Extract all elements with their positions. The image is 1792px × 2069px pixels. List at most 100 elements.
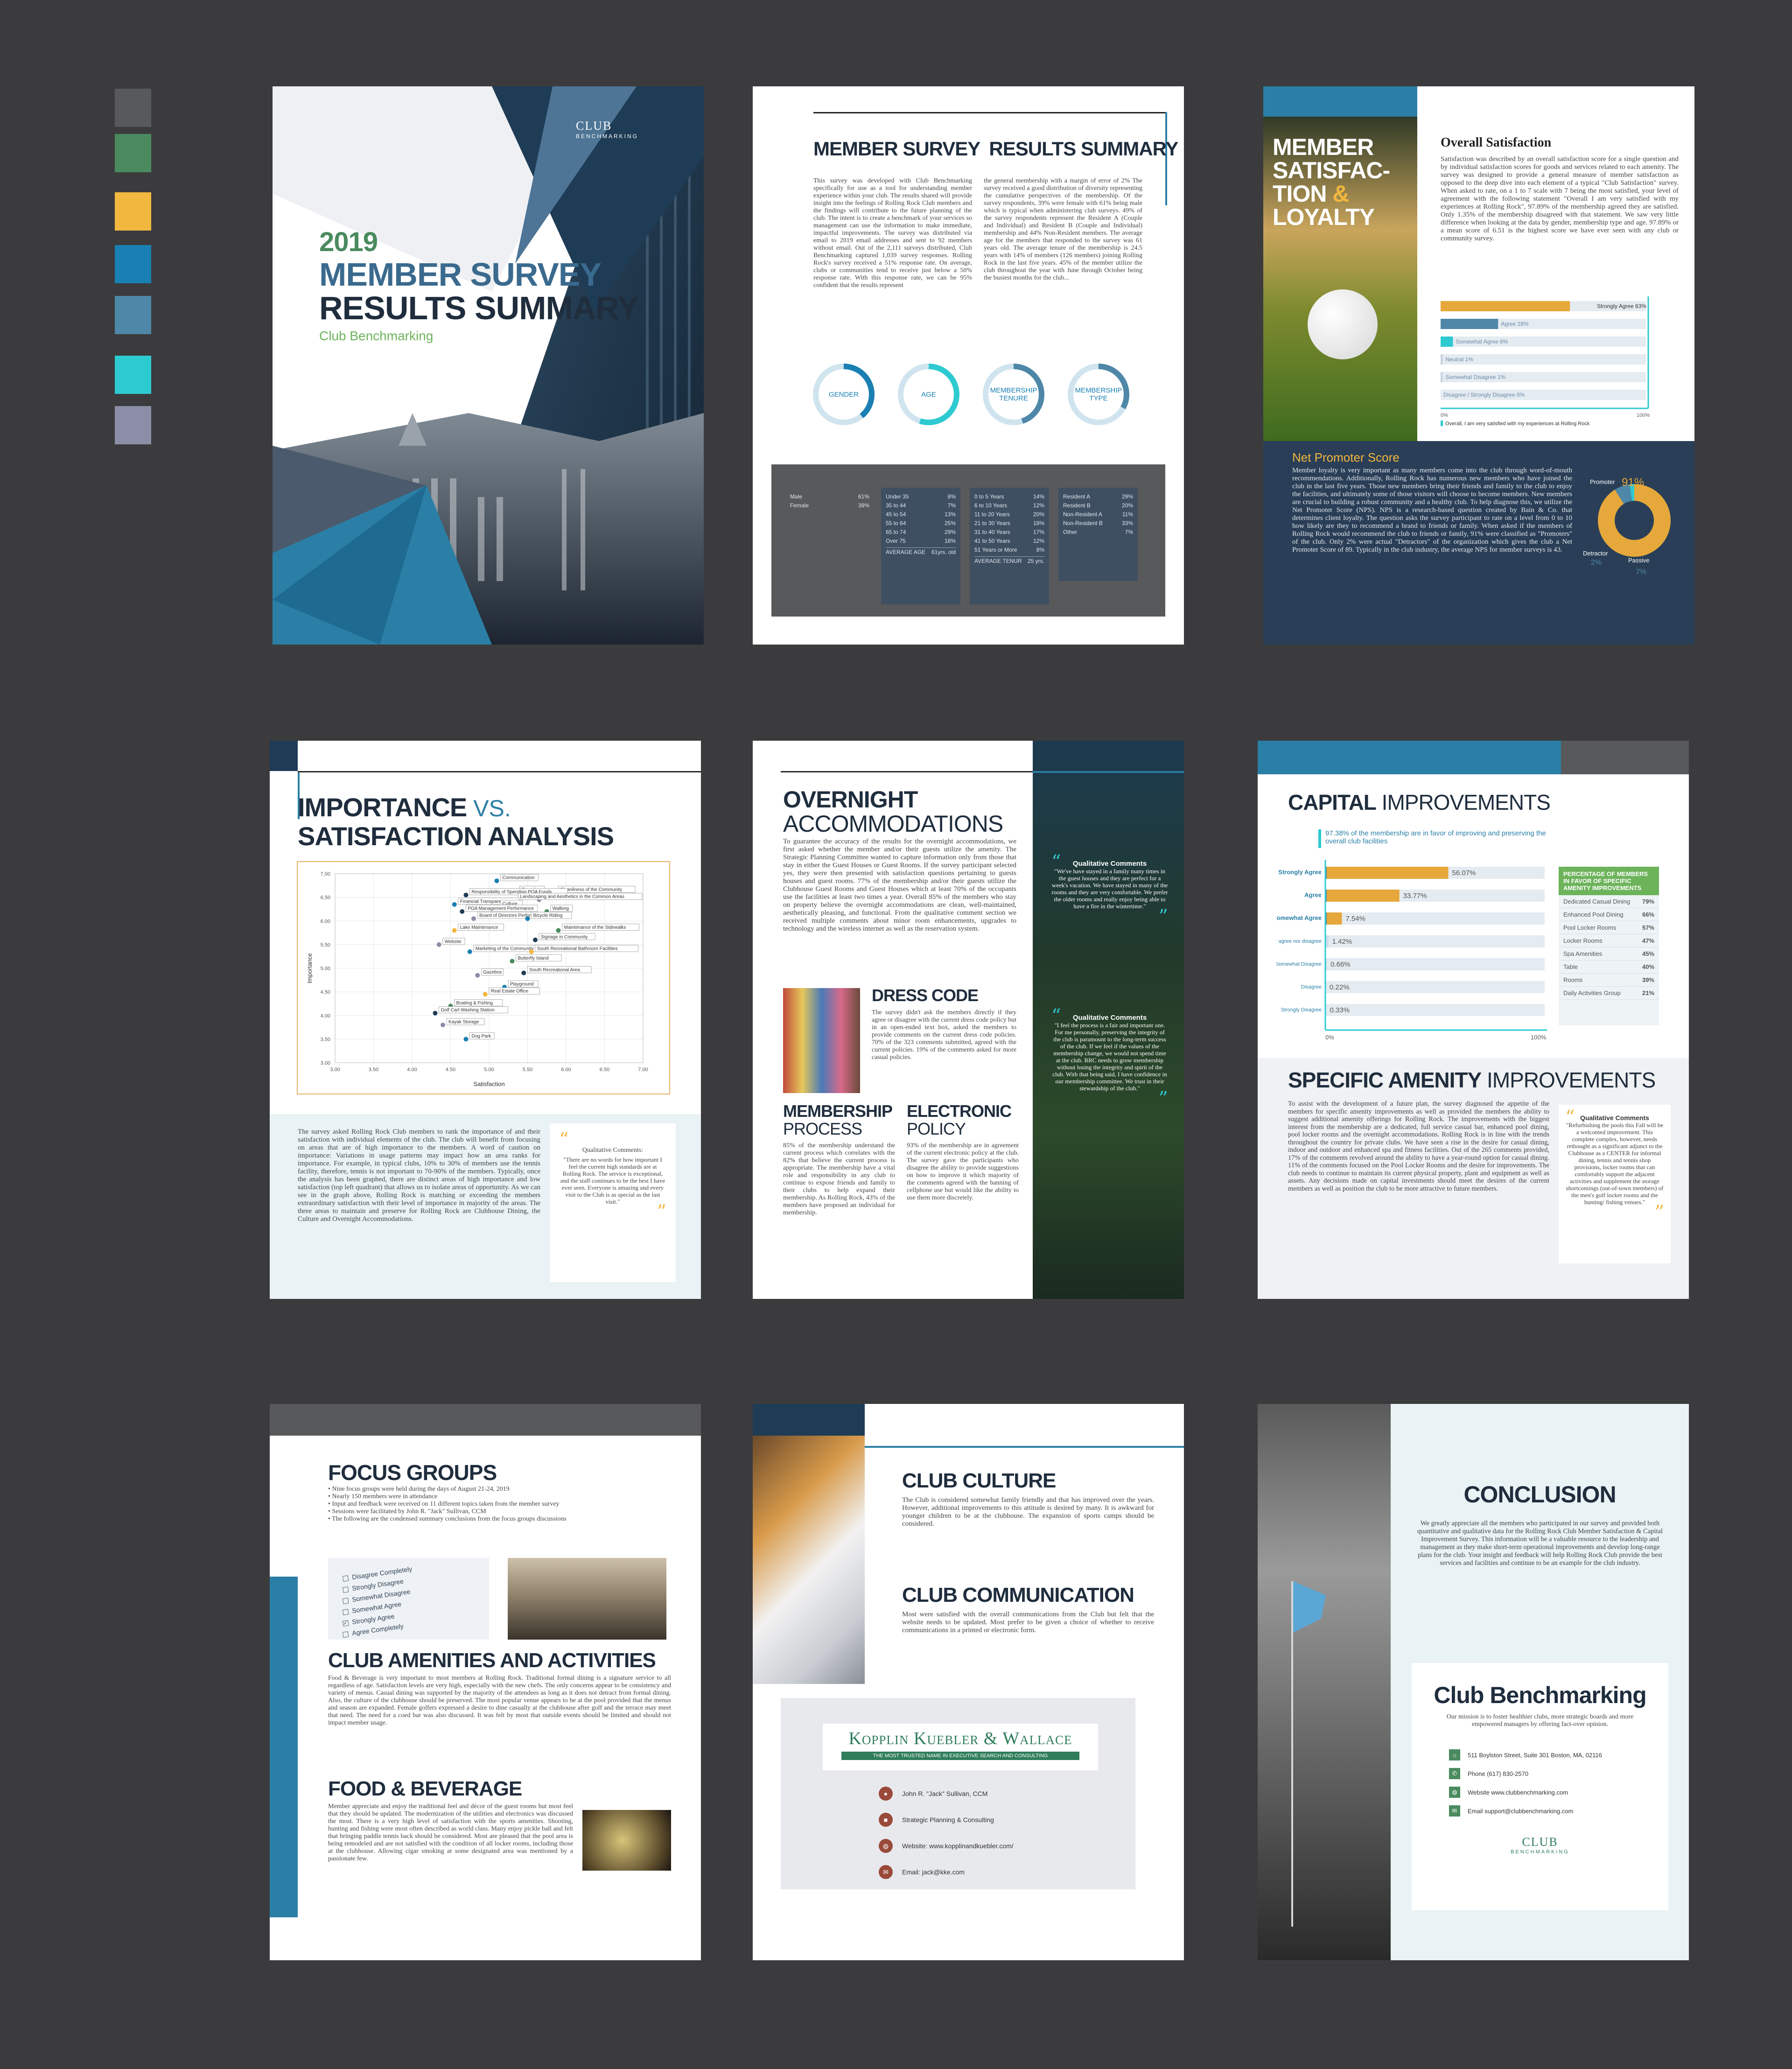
- flag-icon: [1293, 1581, 1326, 1633]
- row-label: Under 35: [886, 493, 909, 500]
- x-tick: 7.00: [638, 1067, 648, 1073]
- bullet-item: • Input and feedback were received on 11…: [328, 1501, 560, 1508]
- table-row: 6 to 10 Years 12%: [974, 501, 1044, 510]
- cap-category: Neither agree nor disagree: [1276, 939, 1322, 944]
- table-row: 55 to 64 25%: [886, 519, 956, 528]
- point-label: Landscaping and Aesthetics in the Common…: [520, 894, 624, 899]
- sat-bar-label: Agree 28%: [1501, 321, 1529, 327]
- scatter-point: [525, 916, 530, 921]
- top-band-teal: [1263, 86, 1417, 117]
- row-value: 33%: [1121, 520, 1133, 526]
- p5-quote-2: “ Qualitative Comments "I feel the proce…: [1051, 1005, 1168, 1109]
- amenity-name: Enhanced Pool Dining: [1563, 911, 1624, 918]
- cover-subtitle: Club Benchmarking: [319, 329, 434, 343]
- row-label: 51 Years or More: [974, 547, 1017, 553]
- sat-bar: [1441, 372, 1443, 382]
- page-overnight-accommodations: OVERNIGHT ACCOMMODATIONS To guarantee th…: [753, 741, 1184, 1299]
- phone-icon: ✆: [1449, 1768, 1460, 1779]
- scatter-point: [483, 992, 488, 997]
- y-axis-label: Importance: [306, 953, 313, 983]
- p4-quote-box: “ Qualitative Comments: "There are no wo…: [550, 1123, 676, 1282]
- cover-title-line1: MEMBER SURVEY: [319, 256, 602, 293]
- row-label: 65 to 74: [886, 529, 906, 535]
- age-table: Under 35 8% 35 to 44 7% 45 to 54 13% 55 to 64 2…: [881, 488, 960, 604]
- x-tick: 6.00: [561, 1067, 571, 1073]
- table-row: Female 39%: [790, 501, 869, 510]
- x-axis-label: Satisfaction: [473, 1080, 504, 1087]
- y-tick: 4.00: [321, 1013, 330, 1019]
- p2-column-1: This survey was developed with Club Benc…: [813, 177, 972, 289]
- contact-text: Email support@clubbenchmarking.com: [1468, 1807, 1574, 1815]
- row-label: Other: [1063, 529, 1078, 535]
- membership-process-text: 85% of the membership understand the cur…: [783, 1142, 895, 1216]
- table-row: 11 to 20 Years 20%: [974, 510, 1044, 519]
- contact-text: Website www.clubbenchmarking.com: [1468, 1788, 1568, 1796]
- contact-text: 511 Boylston Street, Suite 301 Boston, M…: [1468, 1751, 1602, 1759]
- row-label: AVERAGE TENUR: [974, 558, 1022, 564]
- scatter-point: [436, 942, 441, 947]
- point-label: Dog Park: [472, 1034, 492, 1039]
- table-row: 31 to 40 Years 17%: [974, 528, 1044, 537]
- page-capital-improvements: CAPITAL IMPROVEMENTS 97.38% of the membe…: [1258, 741, 1689, 1299]
- checkbox-icon: [342, 1598, 349, 1605]
- row-value: 20%: [1033, 511, 1044, 518]
- amenity-name: Rooms: [1563, 976, 1583, 983]
- p4-body: The survey asked Rolling Rock Club membe…: [298, 1128, 540, 1223]
- cover-logo: CLUB BENCHMARKING: [576, 119, 638, 140]
- dress-code-title: DRESS CODE: [872, 986, 979, 1005]
- amenity-row: Daily Activities Group 21%: [1559, 987, 1659, 1000]
- contact-text: Website: www.kopplinandkuebler.com/: [902, 1842, 1014, 1850]
- row-value: 39%: [858, 502, 869, 509]
- cb-mission: Our mission is to foster healthier clubs…: [1446, 1713, 1634, 1728]
- cap-category: Strongly Disagree: [1281, 1007, 1322, 1013]
- cover-title-block: 2019 MEMBER SURVEY RESULTS SUMMARY Club …: [319, 226, 639, 344]
- swatch-steel-blue: [115, 296, 151, 334]
- row-value: 7%: [947, 502, 956, 509]
- amenities-title: CLUB AMENITIES AND ACTIVITIES: [328, 1649, 656, 1672]
- bullet-item: • Nine focus groups were held during the…: [328, 1486, 510, 1493]
- page-importance-satisfaction: IMPORTANCE VS. SATISFACTION ANALYSIS 3.0…: [270, 741, 701, 1299]
- amenities-text: Food & Beverage is very important to mos…: [328, 1675, 671, 1726]
- capital-bar-chart: Strongly Agree 56.07% Agree 33.77% Somewhat …: [1276, 860, 1547, 1041]
- cap-value: 7.54%: [1345, 915, 1365, 923]
- nps-promoter-label: Promoter: [1590, 478, 1615, 485]
- scatter-point: [463, 1037, 469, 1042]
- top-rule: [813, 112, 1167, 113]
- checkbox-icon: [342, 1631, 349, 1638]
- x-tick: 3.00: [330, 1067, 340, 1073]
- p4-title: IMPORTANCE VS. SATISFACTION ANALYSIS: [298, 793, 614, 851]
- table-row: 41 to 50 Years 12%: [974, 537, 1044, 546]
- row-value: 29%: [944, 529, 956, 535]
- overall-satisfaction-title: Overall Satisfaction: [1441, 135, 1552, 150]
- donut-1: AGE: [896, 362, 961, 427]
- scatter-point: [494, 878, 499, 884]
- p2-title: MEMBER SURVEY RESULTS SUMMARY: [813, 138, 1178, 160]
- row-label: Resident B: [1063, 502, 1091, 509]
- satisfaction-bar-chart: Strongly Agree 63% Agree 28% Somewhat Agre…: [1441, 296, 1650, 427]
- kkw-contact-list: ● John R. "Jack" Sullivan, CCM ■ Strategic …: [879, 1787, 1014, 1891]
- table-row: AVERAGE AGE 61yrs. old: [886, 547, 956, 557]
- p5-title: OVERNIGHT ACCOMMODATIONS: [783, 786, 1003, 837]
- y-tick: 6.00: [321, 919, 330, 924]
- cap-value: 33.77%: [1403, 892, 1427, 900]
- electronic-policy-title: ELECTRONIC POLICY: [907, 1101, 1012, 1138]
- row-label: 11 to 20 Years: [974, 511, 1010, 518]
- swatch-teal: [115, 356, 151, 394]
- page-focus-groups: FOCUS GROUPS • Nine focus groups were he…: [270, 1404, 701, 1960]
- cap-bar: [1325, 912, 1342, 925]
- bullet-item: • The following are the condensed summar…: [328, 1515, 567, 1522]
- point-label: Marketing of the Community: [476, 947, 534, 952]
- point-label: South Recreational Area: [529, 968, 580, 973]
- sat-bar: [1441, 354, 1443, 365]
- row-label: 55 to 64: [886, 520, 906, 526]
- checkbox-icon: [342, 1609, 349, 1616]
- conclusion-text: We greatly appreciate all the members wh…: [1417, 1520, 1663, 1567]
- point-label: POA Management Performance: [468, 906, 534, 912]
- globe-icon: ◍: [1449, 1787, 1460, 1798]
- club-culture-title: CLUB CULTURE: [902, 1469, 1056, 1492]
- tablet-chart-photo: [753, 1436, 865, 1684]
- tenure-table: 0 to 5 Years 14% 6 to 10 Years 12% 11 to 20 …: [970, 488, 1049, 604]
- row-label: Male: [790, 493, 803, 500]
- table-row: Male 61%: [790, 492, 869, 501]
- table-row: 21 to 30 Years 18%: [974, 519, 1044, 528]
